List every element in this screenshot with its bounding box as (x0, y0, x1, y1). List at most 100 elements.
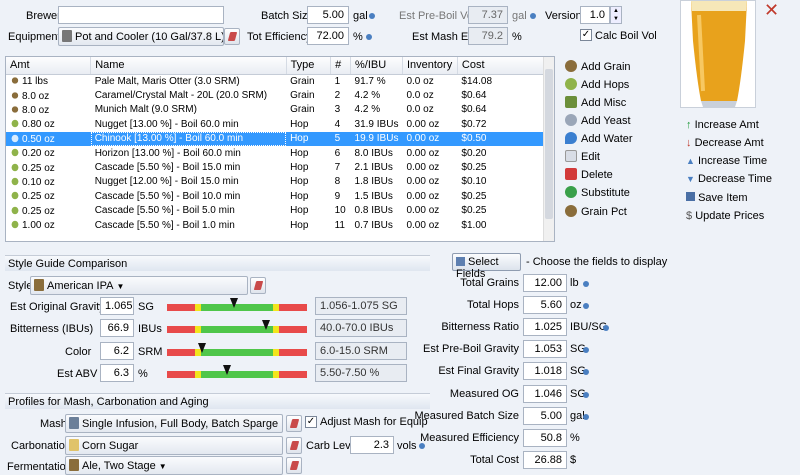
hop-icon (10, 161, 20, 173)
table-row[interactable]: 0.80 oz Nugget [13.00 %] - Boil 60.0 min H… (6, 117, 544, 131)
stat-value[interactable]: 1.053 (523, 340, 567, 358)
mash-select[interactable]: Single Infusion, Full Body, Batch Sparge… (65, 414, 283, 433)
table-row[interactable]: 11 lbs Pale Malt, Maris Otter (3.0 SRM) Gr… (6, 74, 544, 88)
col-header-pct[interactable]: %/IBU (350, 57, 403, 75)
add-misc-button[interactable]: Add Misc (565, 96, 626, 109)
edit-button[interactable]: Edit (565, 150, 600, 163)
cell-amt-text: 1.00 oz (22, 220, 55, 232)
stat-label: Est Pre-Boil Gravity (423, 343, 519, 355)
stat-value[interactable]: 50.8 (523, 429, 567, 447)
delete-button[interactable]: Delete (565, 168, 613, 181)
stat-value[interactable]: 5.00 (523, 407, 567, 425)
stat-info-icon[interactable] (583, 303, 589, 309)
decrease-time-button[interactable]: ▼ Decrease Time (686, 173, 772, 185)
increase-amt-button[interactable]: ↑ Increase Amt (686, 119, 759, 131)
col-header-inventory[interactable]: Inventory (402, 57, 458, 75)
table-row[interactable]: 0.10 oz Nugget [12.00 %] - Boil 15.0 min H… (6, 175, 544, 189)
equipment-edit-button[interactable] (224, 28, 240, 45)
col-header-type[interactable]: Type (286, 57, 332, 75)
table-row[interactable]: 8.0 oz Munich Malt (9.0 SRM) Grain 3 4.2 % 0.… (6, 103, 544, 117)
carbonation-select[interactable]: Corn Sugar (65, 436, 283, 455)
equipment-select[interactable]: Pot and Cooler (10 Gal/37.8 L) - All G (58, 27, 224, 46)
mash-eff-unit: % (512, 31, 522, 43)
cell-name: Cascade [5.50 %] - Boil 1.0 min (94, 219, 235, 231)
table-row[interactable]: 8.0 oz Caramel/Crystal Malt - 20L (20.0 S… (6, 88, 544, 102)
cell-amt-text: 0.25 oz (22, 205, 55, 217)
stat-value[interactable]: 12.00 (523, 274, 567, 292)
carb-level-input[interactable]: 2.3 (350, 436, 394, 454)
calc-boil-checkbox[interactable]: ✓ (580, 29, 592, 41)
stat-info-icon[interactable] (583, 392, 589, 398)
stat-info-icon[interactable] (583, 347, 589, 353)
scrollbar-thumb[interactable] (545, 69, 553, 219)
adjust-mash-checkbox[interactable]: ✓ (305, 416, 317, 428)
style-row-unit: % (138, 368, 148, 380)
style-row-value[interactable]: 66.9 (100, 319, 134, 337)
style-row-value[interactable]: 6.3 (100, 364, 134, 382)
batch-size-input[interactable]: 5.00 (307, 6, 349, 24)
save-item-button[interactable]: Save Item (686, 192, 748, 204)
cell-type: Hop (290, 176, 309, 188)
ingredients-table[interactable]: Amt Name Type # %/IBU Inventory Cost 11 … (5, 56, 555, 242)
close-icon[interactable]: ✕ (764, 0, 779, 21)
fermentation-edit-button[interactable] (286, 457, 302, 474)
table-row[interactable]: 0.50 oz Chinook [13.00 %] - Boil 60.0 min… (6, 131, 544, 146)
carbonation-edit-button[interactable] (286, 437, 302, 454)
add-water-button[interactable]: Add Water (565, 132, 633, 145)
style-row-value[interactable]: 6.2 (100, 342, 134, 360)
stat-value[interactable]: 1.046 (523, 385, 567, 403)
mash-edit-button[interactable] (286, 415, 302, 432)
add-grain-button[interactable]: Add Grain (565, 60, 631, 73)
decrease-amt-button[interactable]: ↓ Decrease Amt (686, 137, 764, 149)
table-row[interactable]: 1.00 oz Cascade [5.50 %] - Boil 1.0 min Ho… (6, 218, 544, 232)
col-header-cost[interactable]: Cost (457, 57, 545, 75)
cell-amt-text: 8.0 oz (22, 104, 50, 116)
brewer-input[interactable] (58, 6, 224, 24)
cell-cost: $0.25 (461, 205, 487, 217)
table-row[interactable]: 0.25 oz Cascade [5.50 %] - Boil 5.0 min Ho… (6, 204, 544, 218)
version-spinner[interactable]: ▲ ▼ (610, 6, 622, 24)
stat-info-icon[interactable] (583, 414, 589, 420)
batch-size-info-icon[interactable] (369, 13, 375, 19)
grain-pct-button[interactable]: Grain Pct (565, 205, 627, 218)
table-row[interactable]: 0.25 oz Cascade [5.50 %] - Boil 15.0 min H… (6, 160, 544, 174)
style-edit-button[interactable] (250, 277, 266, 294)
version-input[interactable]: 1.0 (580, 6, 610, 24)
stat-value[interactable]: 5.60 (523, 296, 567, 314)
style-select[interactable]: American IPA ▼ (30, 276, 248, 295)
cell-cost: $0.64 (461, 104, 487, 116)
style-row-unit: SRM (138, 346, 163, 358)
stat-info-icon[interactable] (603, 325, 609, 331)
increase-time-button[interactable]: ▲ Increase Time (686, 155, 767, 167)
add-hops-button[interactable]: Add Hops (565, 78, 629, 91)
col-header-name[interactable]: Name (90, 57, 287, 75)
col-header-num[interactable]: # (330, 57, 352, 75)
cell-pct: 4.2 % (354, 104, 381, 116)
cell-inv: 0.0 oz (406, 104, 434, 116)
substitute-button[interactable]: Substitute (565, 186, 630, 199)
style-row-value[interactable]: 1.065 (100, 297, 134, 315)
update-prices-button[interactable]: $ Update Prices (686, 210, 764, 222)
grain-icon (10, 75, 20, 87)
stat-value[interactable]: 1.018 (523, 362, 567, 380)
cell-pct: 8.0 IBUs (354, 147, 393, 159)
stat-info-icon[interactable] (583, 369, 589, 375)
tot-eff-input[interactable]: 72.00 (307, 27, 349, 45)
table-row[interactable]: 0.25 oz Cascade [5.50 %] - Boil 10.0 min H… (6, 189, 544, 203)
add-yeast-label: Add Yeast (581, 115, 631, 127)
cell-type: Hop (290, 147, 309, 159)
pre-boil-info-icon[interactable] (530, 13, 536, 19)
calc-boil-label: Calc Boil Vol (595, 30, 657, 42)
stat-value[interactable]: 26.88 (523, 451, 567, 469)
table-scrollbar[interactable] (543, 57, 554, 241)
table-row[interactable]: 0.20 oz Horizon [13.00 %] - Boil 60.0 min… (6, 146, 544, 160)
tot-eff-info-icon[interactable] (366, 34, 372, 40)
stat-info-icon[interactable] (583, 281, 589, 287)
cell-amt: 0.10 oz (6, 175, 91, 189)
add-yeast-button[interactable]: Add Yeast (565, 114, 631, 127)
cell-type: Hop (290, 219, 309, 231)
fermentation-select[interactable]: Ale, Two Stage ▼ (65, 456, 283, 475)
col-header-amt[interactable]: Amt (6, 57, 92, 75)
select-fields-button[interactable]: Select Fields (452, 253, 521, 280)
stat-value[interactable]: 1.025 (523, 318, 567, 336)
